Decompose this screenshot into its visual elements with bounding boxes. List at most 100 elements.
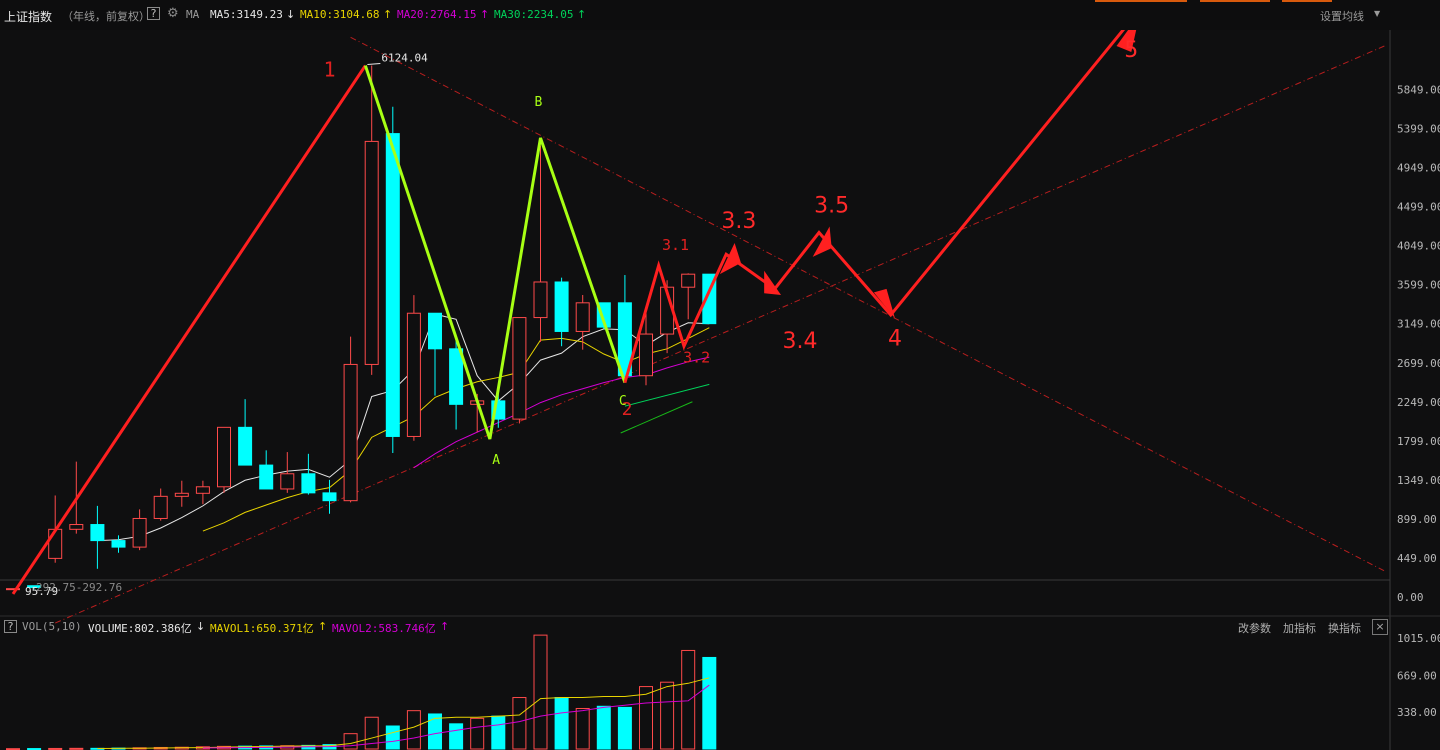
- candle-up: [406, 312, 421, 437]
- ma10-value: MA10:3104.68: [300, 8, 380, 21]
- price-tick-label: 4949.00: [1397, 162, 1440, 175]
- wave-label-4: 4: [888, 326, 902, 351]
- volume-bar: [533, 634, 548, 750]
- volume-bar: [27, 748, 42, 750]
- mavol1-value: MAVOL1:650.371亿: [210, 622, 314, 635]
- volume-bar: [554, 697, 569, 750]
- volume-bar: [617, 706, 632, 750]
- candle-up: [681, 273, 696, 288]
- price-tick-label: 2249.00: [1397, 396, 1440, 409]
- change-params-button[interactable]: 改参数: [1238, 620, 1271, 636]
- wave-label-3-1: 3.1: [662, 236, 689, 254]
- ma20-value: MA20:2764.15: [397, 8, 477, 21]
- mavol2-arrow-up-icon: ↑: [440, 620, 450, 633]
- candle-down: [385, 133, 400, 437]
- wave-label-5: 5: [1124, 38, 1138, 63]
- volume-bar: [512, 697, 527, 750]
- ma20-arrow-up-icon: ↑: [480, 8, 490, 21]
- ma10-arrow-up-icon: ↑: [383, 8, 393, 21]
- price-tick-label: 2699.00: [1397, 357, 1440, 370]
- candle-down: [90, 524, 105, 542]
- candle-up: [48, 528, 63, 559]
- volume-bar: [596, 705, 611, 750]
- volume-arrow-down-icon: ↓: [196, 620, 206, 633]
- index-title: 上证指数: [4, 10, 53, 24]
- price-tick-label: 5849.00: [1397, 83, 1440, 96]
- volume-bar: [428, 713, 442, 750]
- volume-bar: [48, 747, 63, 750]
- ma30-value: MA30:2234.05: [494, 8, 574, 21]
- price-tick-label: 5399.00: [1397, 122, 1440, 135]
- peak-value-label: 6124.04: [381, 52, 428, 65]
- wave-label-3-5: 3.5: [814, 194, 849, 219]
- period-subtitle: （年线，前复权）: [62, 10, 150, 23]
- volume-bar: [406, 710, 421, 750]
- candle-down: [259, 464, 274, 490]
- candle-down: [111, 540, 126, 548]
- wave-label-3-4: 3.4: [783, 329, 818, 354]
- ma5-value: MA5:3149.23: [210, 8, 283, 21]
- add-indicator-button[interactable]: 加指标: [1283, 620, 1316, 636]
- price-tick-label: 0.00: [1397, 591, 1424, 604]
- volume-bar: [575, 707, 590, 750]
- wave-label-3-3: 3.3: [721, 209, 756, 234]
- price-tick-label: 899.00: [1397, 513, 1437, 526]
- ma5-arrow-down-icon: ↓: [286, 8, 296, 21]
- settings-dropdown-icon[interactable]: ▼: [1374, 9, 1380, 18]
- volume-bar: [702, 656, 717, 750]
- volume-tick-label: 669.00: [1397, 670, 1437, 683]
- price-tick-label: 3149.00: [1397, 318, 1440, 331]
- candle-down: [554, 281, 569, 332]
- candle-down: [301, 473, 316, 494]
- wave-label-3-2: 3.2: [683, 349, 710, 367]
- ma-settings-button[interactable]: 设置均线: [1320, 8, 1364, 24]
- candle-up: [533, 281, 548, 319]
- vol-label: VOL(5,10): [22, 620, 82, 633]
- candle-up: [343, 363, 358, 502]
- volume-bar: [385, 725, 400, 750]
- ma-label: MA: [186, 8, 200, 21]
- candle-down: [238, 426, 253, 466]
- volume-bar: [491, 715, 506, 750]
- chart-header: 上证指数 （年线，前复权） ? ⚙ MA MA5:3149.23 ↓ MA10:…: [0, 0, 1440, 30]
- price-tick-label: 1349.00: [1397, 474, 1440, 487]
- volume-bar: [343, 733, 358, 750]
- wave-label-1: 1: [323, 57, 335, 81]
- candle-up: [174, 492, 189, 497]
- close-icon[interactable]: ×: [1372, 619, 1388, 635]
- volume-bar: [449, 723, 464, 750]
- gear-icon[interactable]: ⚙: [167, 6, 179, 21]
- price-tick-label: 4499.00: [1397, 201, 1440, 214]
- help-icon[interactable]: ?: [147, 7, 160, 20]
- switch-indicator-button[interactable]: 换指标: [1328, 620, 1361, 636]
- volume-bar: [69, 747, 84, 750]
- volume-bar: [681, 649, 696, 750]
- candle-up: [132, 517, 147, 548]
- price-tick-label: 1799.00: [1397, 435, 1440, 448]
- candle-up: [195, 486, 210, 494]
- abc-label-b: B: [534, 95, 542, 110]
- candle-up: [639, 333, 653, 377]
- ma30-arrow-up-icon: ↑: [577, 8, 587, 21]
- candle-up: [512, 317, 527, 420]
- candle-up: [69, 524, 84, 530]
- abc-label-a: A: [492, 453, 500, 468]
- volume-tick-label: 338.00: [1397, 706, 1437, 719]
- volume-bar: [639, 686, 653, 750]
- volume-value: VOLUME:802.386亿: [88, 622, 192, 635]
- tab-indicator: [1282, 0, 1332, 2]
- candle-down: [449, 348, 464, 405]
- mavol1-arrow-up-icon: ↑: [318, 620, 328, 633]
- tab-indicator: [1200, 0, 1270, 2]
- price-tick-label: 4049.00: [1397, 240, 1440, 253]
- candle-up: [280, 473, 295, 490]
- price-tick-label: 449.00: [1397, 552, 1437, 565]
- price-tick-label: 3599.00: [1397, 279, 1440, 292]
- help-icon[interactable]: ?: [4, 620, 17, 633]
- tab-indicator: [1095, 0, 1187, 2]
- candle-down: [428, 312, 442, 350]
- volume-bar: [470, 717, 485, 750]
- abc-label-c: C: [619, 394, 627, 409]
- candle-down: [322, 492, 337, 502]
- start-range-label: 292.75-292.76: [36, 581, 122, 594]
